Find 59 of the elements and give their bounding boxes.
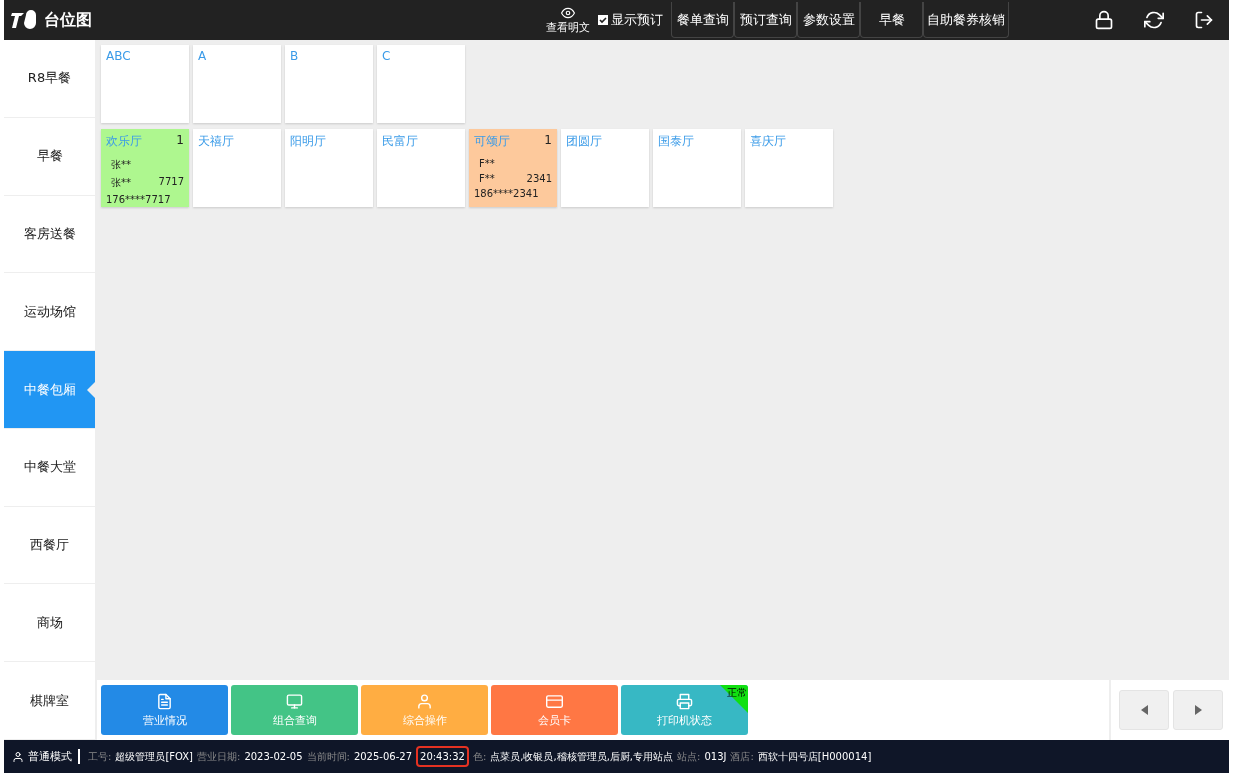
- guest-name: F**: [478, 158, 495, 169]
- table-card[interactable]: 可颂厅 1 F** F** 2341 186****2341: [469, 129, 557, 207]
- table-name: 天禧厅: [198, 133, 234, 150]
- app-title: 台位图: [44, 9, 92, 31]
- table-name: 团圆厅: [566, 133, 602, 150]
- table-name: 可颂厅: [474, 133, 510, 150]
- status-value: 西软十四号店[H000014]: [757, 749, 872, 764]
- table-name: A: [198, 49, 207, 63]
- status-label: 酒店:: [730, 749, 754, 764]
- toolbar-button[interactable]: 参数设置: [797, 2, 860, 38]
- guest-count: 1: [544, 133, 552, 149]
- table-name: ABC: [106, 49, 131, 63]
- status-value: 013J: [704, 751, 727, 762]
- user-icon: [12, 750, 24, 763]
- table-name: 阳明厅: [290, 133, 326, 150]
- monitor-icon: [286, 692, 303, 710]
- table-name: 民富厅: [382, 133, 418, 150]
- toolbar-button[interactable]: 早餐: [860, 2, 923, 38]
- contact-name: 张**: [110, 176, 131, 190]
- checkbox[interactable]: [598, 15, 608, 25]
- table-name: 国泰厅: [658, 133, 694, 150]
- status-label: 当前时间:: [306, 749, 350, 764]
- status-value: 点菜员,收银员,稽核管理员,后厨,专用站点: [490, 749, 674, 764]
- phone-number: 186****2341: [474, 188, 539, 199]
- mode-label: 普通模式: [28, 749, 80, 764]
- action-button[interactable]: 打印机状态 正常: [621, 685, 748, 735]
- user-icon: [416, 692, 433, 710]
- status-value: 20:43:32: [416, 746, 469, 767]
- contact-name: F**: [478, 173, 495, 184]
- phone-suffix: 7717: [158, 176, 184, 189]
- printer-icon: [676, 692, 693, 710]
- status-value: 2023-02-05: [244, 751, 303, 762]
- checkbox-label: 显示预订: [611, 11, 663, 29]
- status-value: 超级管理员[FOX]: [115, 749, 193, 764]
- table-card[interactable]: 欢乐厅 1 张** 张** 7717 176****7717: [101, 129, 189, 207]
- toolbar-button[interactable]: 预订查询: [734, 2, 797, 38]
- phone-suffix: 2341: [526, 173, 552, 184]
- status-label: 工号:: [88, 749, 112, 764]
- left-triangle-icon: [1140, 705, 1148, 715]
- status-text: 正常: [727, 686, 747, 700]
- status-label: 站点:: [677, 749, 701, 764]
- status-label: 色:: [472, 749, 487, 764]
- toolbar-button[interactable]: 餐单查询: [671, 2, 734, 38]
- phone-number: 176****7717: [106, 194, 171, 205]
- card-icon: [546, 692, 563, 710]
- table-name: 喜庆厅: [750, 133, 786, 150]
- status-value: 2025-06-27: [353, 751, 412, 762]
- view-plaintext-button[interactable]: 查看明文: [538, 5, 598, 35]
- guest-name: 张**: [110, 158, 131, 172]
- status-label: 营业日期:: [197, 749, 241, 764]
- document-icon: [156, 692, 173, 710]
- table-name: B: [290, 49, 299, 63]
- table-name: 欢乐厅: [106, 133, 142, 150]
- table-name: C: [382, 49, 391, 63]
- guest-count: 1: [176, 133, 184, 149]
- toolbar-button[interactable]: 自助餐券核销: [923, 2, 1009, 38]
- right-triangle-icon: [1194, 705, 1202, 715]
- action-button[interactable]: 营业情况: [101, 685, 228, 735]
- eye-icon: [561, 5, 575, 20]
